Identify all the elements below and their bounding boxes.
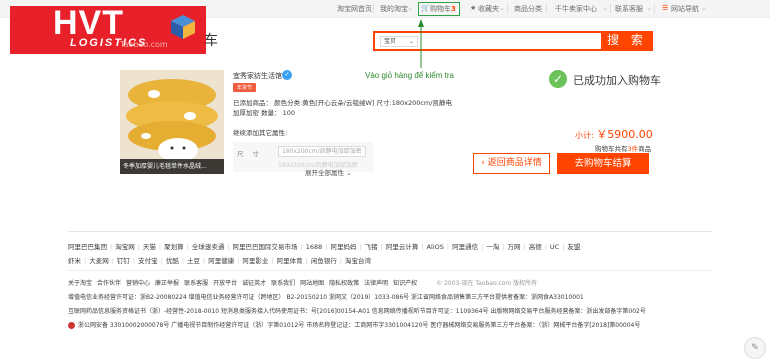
- promo-tag: 年货节: [233, 83, 257, 92]
- link-separator: |: [421, 243, 424, 251]
- footer-group-link[interactable]: 1688: [306, 243, 323, 251]
- cart-item-count-note: 购物车共有3件商品: [595, 145, 652, 153]
- link-separator: |: [227, 243, 230, 251]
- footer-about-link[interactable]: 关于淘宝: [68, 280, 92, 287]
- annotation-text: Vào giỏ hàng để kiểm tra: [365, 71, 454, 80]
- footer-about-link[interactable]: 诚征英才: [242, 280, 266, 287]
- link-separator: |: [359, 243, 362, 251]
- footer-about-link[interactable]: 知识产权: [393, 280, 417, 287]
- footer-license-2: 互联网药品信息服务资格证书（浙）-经营性-2018-0010 短消息类服务接入代…: [68, 308, 646, 315]
- footer-about-link[interactable]: 法律声明: [364, 280, 388, 287]
- verified-icon: ✓: [282, 70, 292, 80]
- footer-group-link[interactable]: 优酷: [166, 255, 179, 265]
- footer-group-link[interactable]: AliOS: [427, 243, 444, 251]
- link-separator: |: [339, 257, 343, 265]
- link-separator: |: [271, 257, 274, 265]
- subtotal: 小计: ￥5900.00: [575, 128, 653, 141]
- link-separator: |: [237, 257, 240, 265]
- footer-divider: [68, 231, 712, 232]
- footer-group-link[interactable]: 阿里健康: [208, 255, 234, 265]
- attr-size-label: 尺寸: [237, 150, 268, 158]
- checkout-button[interactable]: 去购物车结算: [557, 153, 649, 174]
- link-separator: |: [160, 257, 163, 265]
- link-separator: |: [137, 243, 140, 251]
- police-badge-icon: [68, 322, 75, 329]
- footer-group-link[interactable]: 钉钉: [117, 255, 130, 265]
- footer-group-link[interactable]: 土豆: [187, 255, 200, 265]
- footer-about-link[interactable]: 联系我们: [271, 280, 295, 287]
- footer-group-link[interactable]: 阿里影业: [242, 255, 268, 265]
- attr-size-option[interactable]: 180x200cm/凯静电加厚加密: [278, 146, 366, 157]
- footer-group-link[interactable]: 淘宝台湾: [345, 255, 371, 265]
- footer-group-link[interactable]: 飞猪: [365, 241, 378, 251]
- footer-group-link[interactable]: 全球速卖通: [192, 241, 225, 251]
- link-separator: |: [305, 257, 308, 265]
- footer-about-link[interactable]: 廉正举报: [155, 280, 179, 287]
- footer-group-link[interactable]: 万网: [508, 241, 521, 251]
- footer-group-link[interactable]: 友盟: [567, 241, 580, 251]
- link-separator: |: [325, 243, 328, 251]
- success-message: 已成功加入购物车: [573, 74, 661, 87]
- link-separator: |: [110, 243, 113, 251]
- link-separator: |: [502, 243, 505, 251]
- shop-name-link[interactable]: 宜秀家纺生活馆: [233, 71, 282, 81]
- footer-about-link[interactable]: 营销中心: [126, 280, 150, 287]
- footer-group-link[interactable]: 阿里巴巴国际交易市场: [233, 241, 298, 251]
- footer-group-link[interactable]: 阿里通信: [452, 241, 478, 251]
- footer-group-link[interactable]: 虾米: [68, 255, 81, 265]
- continue-add-label: 继续添加其它属性:: [233, 129, 288, 137]
- footer-group-link[interactable]: 高德: [529, 241, 542, 251]
- added-product-info: 已添加商品： 颜色分类:黄色[开心云朵/云毯绒W] 尺寸:180x200cm/凯…: [233, 99, 452, 107]
- link-separator: |: [84, 257, 87, 265]
- footer-about-link[interactable]: 合作伙伴: [97, 280, 121, 287]
- footer-license-3: 浙公网安备 33010002000078号 广播电视节目制作经营许可证（浙）字第…: [68, 320, 640, 329]
- footer-group-links-2: 虾米 | 大麦网 | 钉钉 | 支付宝 | 优酷 | 土豆 | 阿里健康 | 阿里影业 | 阿里体育 | 闲鱼银行 |…: [68, 255, 371, 265]
- edit-icon[interactable]: ✎: [744, 337, 766, 359]
- footer-group-link[interactable]: UC: [550, 243, 559, 251]
- link-separator: |: [181, 257, 185, 265]
- footer-group-link[interactable]: 淘宝网: [115, 241, 135, 251]
- footer-group-link[interactable]: 阿里妈妈: [330, 241, 356, 251]
- footer-group-link[interactable]: 支付宝: [138, 255, 158, 265]
- subtotal-amount: ￥5900.00: [596, 128, 653, 141]
- product-image[interactable]: 冬季加厚婴儿毛毯单件水晶绒...: [120, 70, 224, 174]
- footer-about-link[interactable]: 联系客服: [184, 280, 208, 287]
- footer-group-links: 阿里巴巴集团 | 淘宝网 | 天猫 | 聚划算 | 全球速卖通 | 阿里巴巴国际交易市场 | 1688 |…: [68, 241, 580, 251]
- added-product-quantity: 加厚加密 数量： 100: [233, 109, 296, 117]
- link-separator: |: [132, 257, 136, 265]
- footer-group-link[interactable]: 阿里体育: [277, 255, 303, 265]
- footer-license-1: 增值电信业务经营许可证：浙B2-20080224 增值电信业务经营许可证（跨地区…: [68, 294, 584, 301]
- footer-group-link[interactable]: 聚划算: [164, 241, 184, 251]
- link-separator: |: [380, 243, 383, 251]
- check-icon: ✓: [549, 70, 567, 88]
- link-separator: |: [562, 243, 565, 251]
- footer-about-link[interactable]: 网站地图: [300, 280, 324, 287]
- footer-group-link[interactable]: 阿里云计算: [386, 241, 419, 251]
- footer-group-link[interactable]: 天猫: [143, 241, 156, 251]
- link-separator: |: [158, 243, 162, 251]
- link-separator: |: [300, 243, 303, 251]
- footer-about-row: 关于淘宝 合作伙伴 营销中心 廉正举报 联系客服 开放平台 诚征英才 联系我们 网站地图 隐私权政…: [68, 278, 537, 287]
- copyright: © 2003-现在 Taobao.com 版权所有: [436, 280, 538, 287]
- footer-group-link[interactable]: 大麦网: [89, 255, 109, 265]
- expand-attributes-link[interactable]: 展开全部属性 ⌄: [305, 167, 352, 177]
- link-separator: |: [446, 243, 450, 251]
- link-separator: |: [111, 257, 114, 265]
- footer-divider-2: [68, 270, 712, 271]
- back-to-product-button[interactable]: ‹ 返回商品详情: [473, 153, 550, 174]
- footer-about-link[interactable]: 隐私权政策: [329, 280, 359, 287]
- link-separator: |: [186, 243, 189, 251]
- link-separator: |: [544, 243, 547, 251]
- link-separator: |: [481, 243, 484, 251]
- footer-group-link[interactable]: 阿里巴巴集团: [68, 241, 107, 251]
- footer-group-link[interactable]: 一淘: [486, 241, 499, 251]
- footer-about-link[interactable]: 开放平台: [213, 280, 237, 287]
- footer-group-link[interactable]: 闲鱼银行: [311, 255, 337, 265]
- link-separator: |: [523, 243, 526, 251]
- link-separator: |: [203, 257, 206, 265]
- product-image-caption: 冬季加厚婴儿毛毯单件水晶绒...: [120, 159, 224, 174]
